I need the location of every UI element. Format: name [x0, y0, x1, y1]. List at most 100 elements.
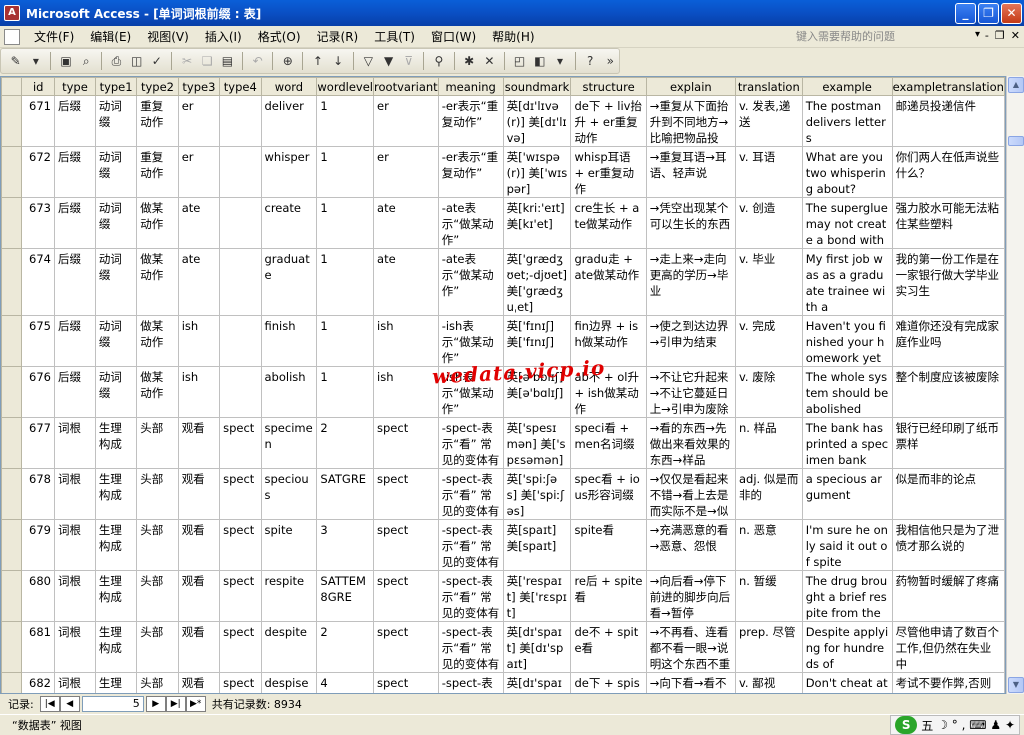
column-header-type4[interactable]: type4	[219, 77, 262, 96]
row-selector[interactable]	[1, 197, 23, 249]
cell-type2[interactable]: 头部	[136, 570, 179, 622]
row-selector[interactable]	[1, 468, 23, 520]
column-header-exampletranslation[interactable]: exampletranslation	[891, 77, 1005, 96]
doc-minimize-button[interactable]: -	[985, 29, 989, 42]
cell-rootvariant[interactable]: spect	[373, 519, 439, 571]
cell-id[interactable]: 671	[21, 95, 55, 147]
close-button[interactable]: ✕	[1001, 3, 1022, 24]
scroll-thumb[interactable]	[1008, 136, 1024, 146]
cell-type4[interactable]: spect	[219, 519, 262, 571]
new-record-icon[interactable]: ✱	[461, 52, 478, 70]
cell-id[interactable]: 677	[21, 417, 55, 469]
access-app-icon[interactable]: A	[4, 5, 20, 21]
cell-example[interactable]: The bank has printed a specimen bank	[801, 417, 893, 469]
cell-type1[interactable]: 生理构成	[94, 621, 138, 673]
cell-type1[interactable]: 动词缀	[94, 315, 138, 367]
cell-meaning[interactable]: -spect-表示“看” 常见的变体有	[437, 570, 504, 622]
cell-structure[interactable]: re后 + spite看	[570, 570, 647, 622]
cell-example[interactable]: Despite applying for hundreds of	[801, 621, 893, 673]
cell-type[interactable]: 词根	[54, 621, 96, 673]
cell-explain[interactable]: →不让它升起来→不让它蔓延日上→引申为废除	[645, 366, 737, 418]
cell-explain[interactable]: →凭空出现某个可以生长的东西	[645, 197, 737, 249]
cell-type[interactable]: 词根	[54, 417, 96, 469]
cell-soundmark[interactable]: 英['respaɪt] 美['rɛspɪt]	[502, 570, 572, 622]
cell-example[interactable]: What are you two whispering about?	[801, 146, 893, 198]
cell-meaning[interactable]: -er表示“重复动作”	[437, 95, 504, 147]
table-row[interactable]: 674 后缀 动词缀 做某动作 ate graduate 1 ate -ate表示“做某动作” 英…	[1, 248, 1005, 316]
cell-translation[interactable]: v. 创造	[735, 197, 803, 249]
cell-soundmark[interactable]: 英['spi:ʃəs] 美['spiːʃəs]	[502, 468, 572, 520]
cell-meaning[interactable]: -spect-表示“看” 常见的变体有	[437, 672, 504, 693]
sort-ascending-icon[interactable]: ↑	[309, 52, 326, 70]
table-row[interactable]: 678 词根 生理构成 头部 观看 spect specious SATGRE spect -sp…	[1, 468, 1005, 520]
cell-type[interactable]: 后缀	[54, 248, 96, 316]
cell-type[interactable]: 后缀	[54, 366, 96, 418]
cell-type1[interactable]: 动词缀	[94, 248, 138, 316]
cell-structure[interactable]: gradu走 + ate做某动作	[570, 248, 647, 316]
minimize-button[interactable]: _	[955, 3, 976, 24]
cell-type2[interactable]: 做某动作	[136, 197, 179, 249]
cell-word[interactable]: deliver	[260, 95, 318, 147]
cell-wordlevel[interactable]: 1	[316, 366, 375, 418]
row-selector[interactable]	[1, 315, 23, 367]
cell-soundmark[interactable]: 英[kri:'eɪt] 美[kɪ'et]	[502, 197, 572, 249]
row-selector[interactable]	[1, 672, 23, 693]
filter-by-selection-icon[interactable]: ▽	[360, 52, 377, 70]
cell-structure[interactable]: spite看	[570, 519, 647, 571]
ime-tools-icons[interactable]: ☽ ° , ⌨ ♟ ✦	[937, 718, 1015, 732]
cell-word[interactable]: specious	[260, 468, 318, 520]
datasheet-icon[interactable]	[4, 28, 20, 45]
cell-type4[interactable]	[219, 248, 262, 316]
cell-meaning[interactable]: -ish表示“做某动作”	[437, 315, 504, 367]
cell-structure[interactable]: speci看 + men名词缀	[570, 417, 647, 469]
doc-restore-button[interactable]: ❐	[995, 29, 1005, 42]
doc-close-button[interactable]: ✕	[1011, 29, 1020, 42]
cell-rootvariant[interactable]: spect	[373, 621, 439, 673]
column-header-explain[interactable]: explain	[645, 77, 737, 96]
cell-id[interactable]: 673	[21, 197, 55, 249]
help-search-input[interactable]: 键入需要帮助的问题	[796, 28, 966, 45]
current-record-input[interactable]: 5	[81, 696, 144, 712]
cell-type4[interactable]: spect	[219, 621, 262, 673]
cell-id[interactable]: 679	[21, 519, 55, 571]
cell-type4[interactable]: spect	[219, 672, 262, 693]
cell-wordlevel[interactable]: 1	[316, 146, 375, 198]
first-record-button[interactable]: |◀	[39, 696, 60, 712]
new-object-dropdown-icon[interactable]: ▾	[551, 52, 568, 70]
cell-explain[interactable]: →仅仅是看起来不错→看上去是而实际不是→似	[645, 468, 737, 520]
cell-word[interactable]: despite	[260, 621, 318, 673]
column-header-type1[interactable]: type1	[94, 77, 138, 96]
cell-id[interactable]: 675	[21, 315, 55, 367]
cell-type1[interactable]: 生理构成	[94, 468, 138, 520]
cell-type1[interactable]: 动词缀	[94, 197, 138, 249]
save-icon[interactable]: ▣	[57, 52, 74, 70]
table-row[interactable]: 677 词根 生理构成 头部 观看 spect specimen 2 spect -spect-表…	[1, 417, 1005, 469]
cell-rootvariant[interactable]: spect	[373, 672, 439, 693]
view-dropdown-icon[interactable]: ▾	[27, 52, 44, 70]
help-dropdown-arrow-icon[interactable]: ▾	[975, 29, 980, 40]
cell-wordlevel[interactable]: 2	[316, 621, 375, 673]
menu-format[interactable]: 格式(O)	[250, 27, 309, 47]
row-selector[interactable]	[1, 621, 23, 673]
scroll-up-icon[interactable]: ▲	[1008, 77, 1024, 93]
cell-translation[interactable]: n. 恶意	[735, 519, 803, 571]
cell-type[interactable]: 词根	[54, 468, 96, 520]
column-header-meaning[interactable]: meaning	[437, 77, 504, 96]
table-row[interactable]: 680 词根 生理构成 头部 观看 spect respite SATTEM8GRE spect…	[1, 570, 1005, 622]
cell-exampletranslation[interactable]: 邮递员投递信件	[891, 95, 1005, 147]
cell-type[interactable]: 词根	[54, 519, 96, 571]
cell-type1[interactable]: 生理构成	[94, 570, 138, 622]
cell-type1[interactable]: 动词缀	[94, 366, 138, 418]
cell-word[interactable]: create	[260, 197, 318, 249]
cell-type3[interactable]: 观看	[177, 468, 221, 520]
cell-translation[interactable]: v. 鄙视	[735, 672, 803, 693]
insert-hyperlink-icon[interactable]: ⊕	[279, 52, 296, 70]
cell-example[interactable]: The postman delivers letters	[801, 95, 893, 147]
vertical-scrollbar[interactable]: ▲ ▼	[1006, 76, 1024, 694]
cell-type3[interactable]: 观看	[177, 570, 221, 622]
cell-word[interactable]: spite	[260, 519, 318, 571]
cell-type4[interactable]: spect	[219, 570, 262, 622]
cell-type1[interactable]: 动词缀	[94, 95, 138, 147]
row-selector[interactable]	[1, 417, 23, 469]
cell-rootvariant[interactable]: ate	[373, 248, 439, 316]
